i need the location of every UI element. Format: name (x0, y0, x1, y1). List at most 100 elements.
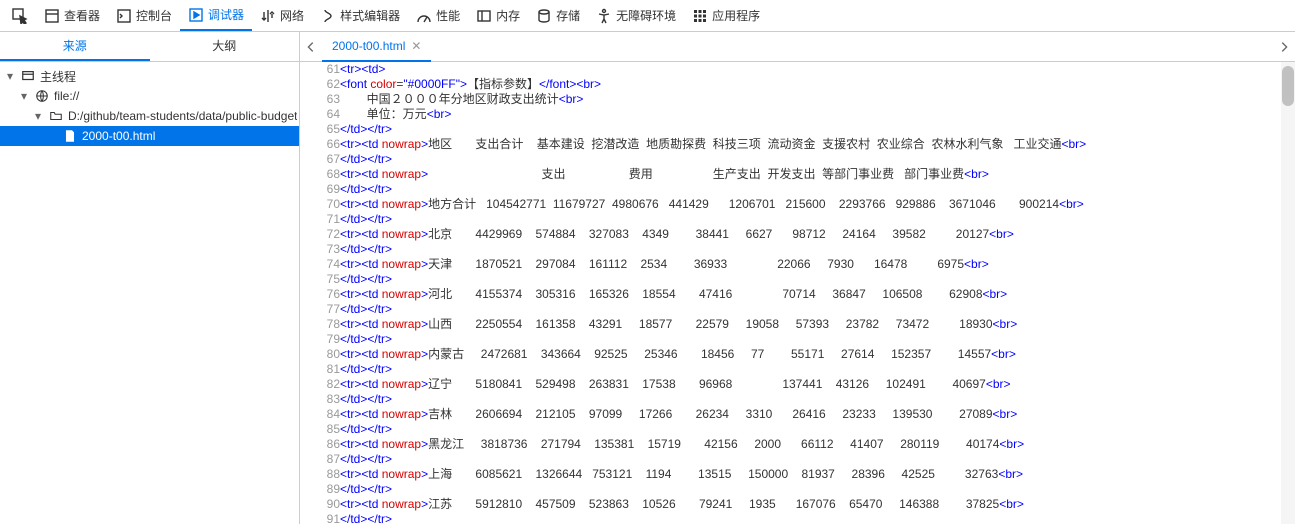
code-content[interactable]: <tr><td nowrap>河北 4155374 305316 165326 … (340, 287, 1086, 302)
code-line[interactable]: 68<tr><td nowrap> 支出 费用 生产支出 开发支出 等部门事业费… (300, 167, 1086, 182)
code-line[interactable]: 70<tr><td nowrap>地方合计 104542771 11679727… (300, 197, 1086, 212)
code-content[interactable]: </td></tr> (340, 182, 1086, 197)
line-number[interactable]: 81 (300, 362, 340, 377)
nav-back-button[interactable] (300, 33, 322, 61)
tree-thread[interactable]: ▾ 主线程 (0, 66, 299, 86)
code-content[interactable]: </td></tr> (340, 272, 1086, 287)
code-line[interactable]: 64 单位：万元<br> (300, 107, 1086, 122)
side-tab-outline[interactable]: 大纲 (150, 32, 300, 61)
code-content[interactable]: <tr><td nowrap>山西 2250554 161358 43291 1… (340, 317, 1086, 332)
code-line[interactable]: 74<tr><td nowrap>天津 1870521 297084 16111… (300, 257, 1086, 272)
code-line[interactable]: 91</td></tr> (300, 512, 1086, 524)
line-number[interactable]: 88 (300, 467, 340, 482)
tab-accessibility[interactable]: 无障碍环境 (588, 1, 684, 31)
code-line[interactable]: 69</td></tr> (300, 182, 1086, 197)
code-line[interactable]: 61<tr><td> (300, 62, 1086, 77)
line-number[interactable]: 74 (300, 257, 340, 272)
code-line[interactable]: 65</td></tr> (300, 122, 1086, 137)
code-content[interactable]: <font color="#0000FF">【指标参数】</font><br> (340, 77, 1086, 92)
code-line[interactable]: 89</td></tr> (300, 482, 1086, 497)
line-number[interactable]: 68 (300, 167, 340, 182)
code-line[interactable]: 86<tr><td nowrap>黑龙江 3818736 271794 1353… (300, 437, 1086, 452)
tab-console[interactable]: 控制台 (108, 1, 180, 31)
code-line[interactable]: 62<font color="#0000FF">【指标参数】</font><br… (300, 77, 1086, 92)
line-number[interactable]: 65 (300, 122, 340, 137)
tab-inspector[interactable]: 查看器 (36, 1, 108, 31)
code-line[interactable]: 71</td></tr> (300, 212, 1086, 227)
line-number[interactable]: 85 (300, 422, 340, 437)
code-content[interactable]: <tr><td nowrap>地方合计 104542771 11679727 4… (340, 197, 1086, 212)
code-content[interactable]: <tr><td nowrap>黑龙江 3818736 271794 135381… (340, 437, 1086, 452)
line-number[interactable]: 91 (300, 512, 340, 524)
code-content[interactable]: </td></tr> (340, 452, 1086, 467)
code-content[interactable]: <tr><td nowrap>江苏 5912810 457509 523863 … (340, 497, 1086, 512)
side-tab-sources[interactable]: 来源 (0, 32, 150, 61)
code-content[interactable]: </td></tr> (340, 482, 1086, 497)
line-number[interactable]: 83 (300, 392, 340, 407)
line-number[interactable]: 86 (300, 437, 340, 452)
code-content[interactable]: <tr><td nowrap>地区 支出合计 基本建设 挖潜改造 地质勘探费 科… (340, 137, 1086, 152)
line-number[interactable]: 62 (300, 77, 340, 92)
code-content[interactable]: <tr><td nowrap>天津 1870521 297084 161112 … (340, 257, 1086, 272)
line-number[interactable]: 84 (300, 407, 340, 422)
line-number[interactable]: 64 (300, 107, 340, 122)
code-content[interactable]: </td></tr> (340, 332, 1086, 347)
tab-network[interactable]: 网络 (252, 1, 312, 31)
code-content[interactable]: </td></tr> (340, 212, 1086, 227)
code-line[interactable]: 83</td></tr> (300, 392, 1086, 407)
line-number[interactable]: 78 (300, 317, 340, 332)
code-content[interactable]: <tr><td nowrap>辽宁 5180841 529498 263831 … (340, 377, 1086, 392)
code-content[interactable]: 单位：万元<br> (340, 107, 1086, 122)
line-number[interactable]: 89 (300, 482, 340, 497)
code-content[interactable]: <tr><td nowrap>上海 6085621 1326644 753121… (340, 467, 1086, 482)
line-number[interactable]: 61 (300, 62, 340, 77)
line-number[interactable]: 69 (300, 182, 340, 197)
code-content[interactable]: </td></tr> (340, 512, 1086, 524)
tab-storage[interactable]: 存储 (528, 1, 588, 31)
line-number[interactable]: 76 (300, 287, 340, 302)
scrollbar-thumb[interactable] (1282, 66, 1294, 106)
editor-tab-active[interactable]: 2000-t00.html ✕ (322, 32, 431, 62)
code-content[interactable]: </td></tr> (340, 242, 1086, 257)
line-number[interactable]: 72 (300, 227, 340, 242)
line-number[interactable]: 67 (300, 152, 340, 167)
code-line[interactable]: 82<tr><td nowrap>辽宁 5180841 529498 26383… (300, 377, 1086, 392)
line-number[interactable]: 79 (300, 332, 340, 347)
code-content[interactable]: </td></tr> (340, 152, 1086, 167)
code-line[interactable]: 73</td></tr> (300, 242, 1086, 257)
code-line[interactable]: 88<tr><td nowrap>上海 6085621 1326644 7531… (300, 467, 1086, 482)
vertical-scrollbar[interactable] (1281, 62, 1295, 524)
tab-applications[interactable]: 应用程序 (684, 1, 768, 31)
tree-origin[interactable]: ▾ file:// (0, 86, 299, 106)
code-line[interactable]: 84<tr><td nowrap>吉林 2606694 212105 97099… (300, 407, 1086, 422)
code-content[interactable]: 中国２０００年分地区财政支出统计<br> (340, 92, 1086, 107)
nav-forward-button[interactable] (1273, 33, 1295, 61)
line-number[interactable]: 82 (300, 377, 340, 392)
line-number[interactable]: 90 (300, 497, 340, 512)
code-line[interactable]: 67</td></tr> (300, 152, 1086, 167)
code-area[interactable]: 61<tr><td>62<font color="#0000FF">【指标参数】… (300, 62, 1295, 524)
code-content[interactable]: </td></tr> (340, 422, 1086, 437)
tab-performance[interactable]: 性能 (408, 1, 468, 31)
tab-memory[interactable]: 内存 (468, 1, 528, 31)
line-number[interactable]: 70 (300, 197, 340, 212)
close-icon[interactable]: ✕ (411, 39, 421, 53)
code-content[interactable]: </td></tr> (340, 122, 1086, 137)
line-number[interactable]: 77 (300, 302, 340, 317)
line-number[interactable]: 71 (300, 212, 340, 227)
line-number[interactable]: 87 (300, 452, 340, 467)
tree-file-selected[interactable]: 2000-t00.html (0, 126, 299, 146)
code-content[interactable]: <tr><td nowrap>北京 4429969 574884 327083 … (340, 227, 1086, 242)
code-content[interactable]: <tr><td> (340, 62, 1086, 77)
tab-debugger[interactable]: 调试器 (180, 1, 252, 31)
code-content[interactable]: </td></tr> (340, 362, 1086, 377)
code-line[interactable]: 90<tr><td nowrap>江苏 5912810 457509 52386… (300, 497, 1086, 512)
element-picker-button[interactable] (4, 1, 36, 31)
code-line[interactable]: 76<tr><td nowrap>河北 4155374 305316 16532… (300, 287, 1086, 302)
code-line[interactable]: 87</td></tr> (300, 452, 1086, 467)
code-line[interactable]: 85</td></tr> (300, 422, 1086, 437)
line-number[interactable]: 63 (300, 92, 340, 107)
line-number[interactable]: 75 (300, 272, 340, 287)
code-line[interactable]: 77</td></tr> (300, 302, 1086, 317)
code-line[interactable]: 80<tr><td nowrap>内蒙古 2472681 343664 9252… (300, 347, 1086, 362)
